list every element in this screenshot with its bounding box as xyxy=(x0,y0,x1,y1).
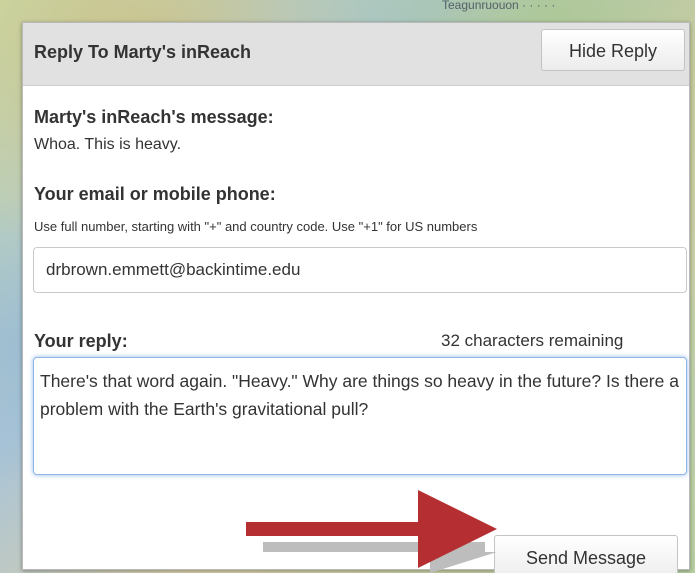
email-field[interactable]: drbrown.emmett@backintime.edu xyxy=(33,247,687,293)
contact-hint: Use full number, starting with "+" and c… xyxy=(34,219,478,234)
reply-panel: Reply To Marty's inReach Hide Reply Mart… xyxy=(22,22,690,573)
hide-reply-button[interactable]: Hide Reply xyxy=(541,29,685,71)
contact-label: Your email or mobile phone: xyxy=(34,184,276,204)
panel-title: Reply To Marty's inReach xyxy=(34,42,252,62)
send-message-button[interactable]: Send Message xyxy=(494,535,678,573)
reply-label: Your reply: xyxy=(34,331,128,351)
message-label: Marty's inReach's message: xyxy=(34,107,274,127)
map-label: Teagunruouon · · · · · xyxy=(442,0,556,12)
reply-textarea[interactable]: There's that word again. "Heavy." Why ar… xyxy=(33,357,687,475)
panel-header: Reply To Marty's inReach Hide Reply xyxy=(23,23,689,86)
characters-remaining: 32 characters remaining xyxy=(441,331,624,350)
message-text: Whoa. This is heavy. xyxy=(34,136,182,153)
